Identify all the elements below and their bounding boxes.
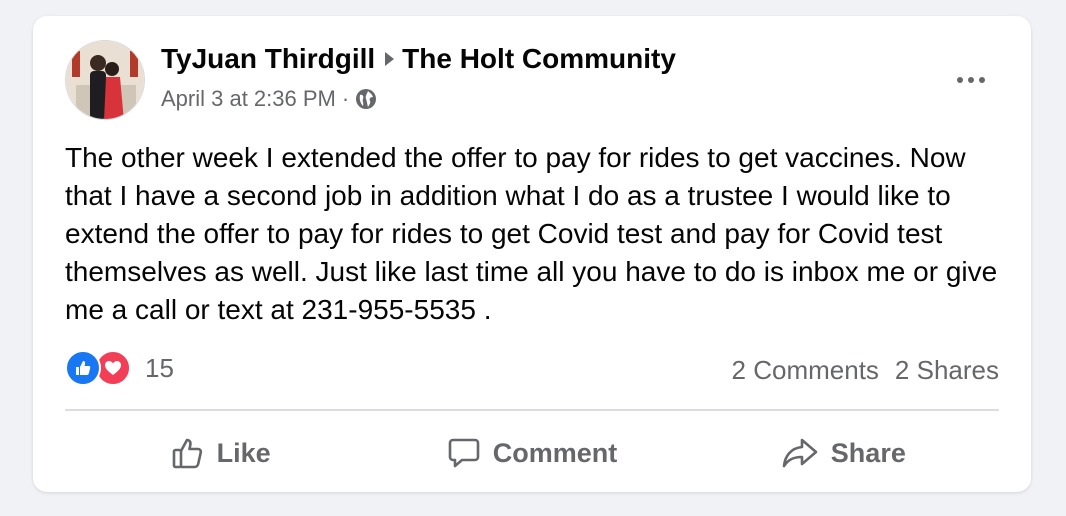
post-body-text: The other week I extended the offer to p… [65,142,998,325]
meta-separator: · [341,86,350,111]
like-label: Like [216,437,271,468]
thumbs-up-icon [171,436,205,470]
post-header: TyJuan Thirdgill The Holt Community [161,43,676,75]
like-icon [65,350,101,386]
post-stats: 2 Comments 2 Shares [732,355,999,386]
comment-label: Comment [492,437,618,468]
author-name[interactable]: TyJuan Thirdgill [161,43,375,75]
share-button[interactable]: Share [688,420,999,486]
divider [65,409,999,411]
post-meta: April 3 at 2:36 PM · [161,86,377,112]
comment-button[interactable]: Comment [376,420,687,486]
like-button[interactable]: Like [65,420,376,486]
globe-icon[interactable] [355,88,377,110]
reaction-count: 15 [145,352,174,383]
more-dot-icon [957,77,963,83]
shared-to-arrow-icon [385,52,395,66]
avatar[interactable] [65,40,145,120]
shares-count-link[interactable]: 2 Shares [895,355,999,386]
more-dot-icon [968,77,974,83]
post-card: TyJuan Thirdgill The Holt Community Apri… [33,16,1031,492]
more-options-button[interactable] [947,60,995,100]
share-arrow-icon [781,436,819,470]
share-label: Share [830,437,906,468]
avatar-photo [66,41,144,119]
comment-bubble-icon [447,436,481,470]
more-dot-icon [979,77,985,83]
reactions-summary[interactable]: 15 [65,350,174,386]
action-bar: Like Comment Share [65,420,999,486]
comments-count-link[interactable]: 2 Comments [732,355,879,386]
group-name[interactable]: The Holt Community [402,43,676,75]
timestamp[interactable]: April 3 at 2:36 PM [161,86,336,112]
